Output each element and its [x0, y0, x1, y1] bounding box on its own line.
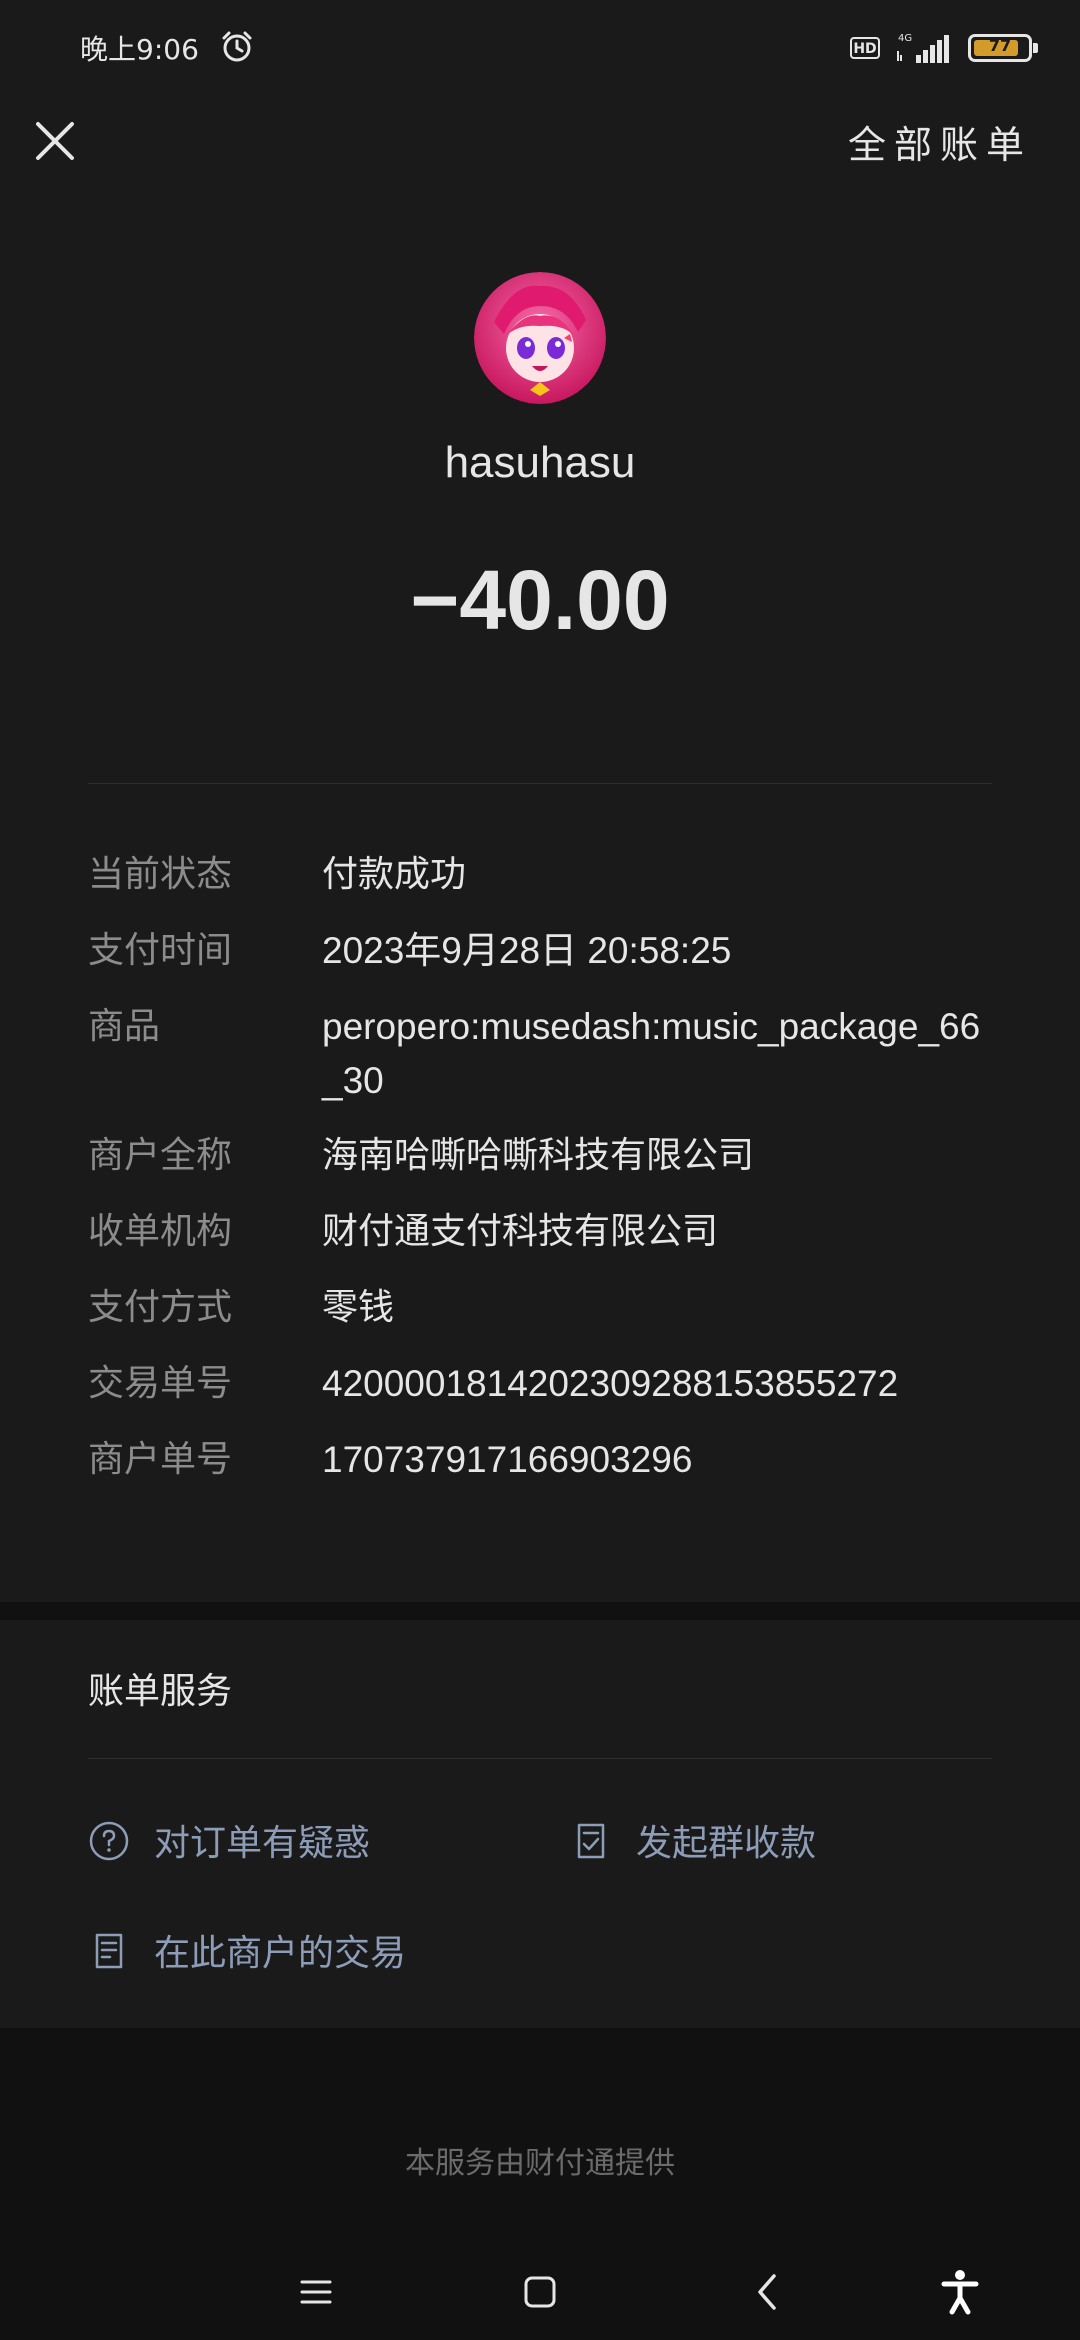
section-separator [0, 1602, 1080, 1620]
network-type: 4G [898, 33, 912, 44]
detail-value: 付款成功 [322, 854, 467, 895]
close-icon[interactable] [30, 116, 80, 166]
detail-label: 交易单号 [88, 1363, 233, 1404]
detail-label: 支付方式 [88, 1287, 233, 1328]
detail-label: 商户单号 [88, 1439, 233, 1480]
service-label: 在此商户的交易 [154, 1933, 407, 1974]
payee-name: hasuhasu [444, 438, 636, 487]
system-nav-bar [0, 2248, 1080, 2340]
question-circle-icon [89, 1821, 129, 1861]
battery-level: 77 [988, 36, 1012, 55]
group-collect-button[interactable]: 发起群收款 [570, 1810, 970, 1870]
detail-label: 收单机构 [88, 1211, 233, 1252]
detail-value: 零钱 [322, 1287, 395, 1328]
order-question-button[interactable]: 对订单有疑惑 [88, 1810, 488, 1870]
merchant-transactions-button[interactable]: 在此商户的交易 [88, 1920, 588, 1980]
group-collect-icon [577, 1823, 605, 1859]
avatar [474, 272, 606, 404]
footer: 本服务由财付通提供 [0, 2028, 1080, 2340]
battery-icon: 77 [968, 34, 1038, 62]
detail-value[interactable]: 4200001814202309288153855272 [322, 1357, 992, 1411]
status-time: 晚上9:06 [80, 33, 199, 66]
detail-label: 商品 [88, 1006, 161, 1047]
accessibility-icon[interactable] [930, 2262, 990, 2322]
detail-label: 支付时间 [88, 930, 233, 971]
detail-value: 2023年9月28日 20:58:25 [322, 930, 732, 971]
provider-text: 本服务由财付通提供 [405, 2146, 675, 2181]
menu-icon[interactable] [286, 2262, 346, 2322]
detail-value: 财付通支付科技有限公司 [322, 1211, 719, 1252]
divider [88, 1758, 992, 1759]
home-square-icon[interactable] [510, 2262, 570, 2322]
avatar-image [474, 272, 606, 404]
hd-icon: HD [850, 37, 880, 59]
service-label: 发起群收款 [636, 1823, 817, 1864]
status-bar: 晚上9:06 HD 4G 77 [0, 0, 1080, 96]
detail-label: 当前状态 [88, 854, 233, 895]
receipt-icon [95, 1933, 123, 1969]
alarm-clock-icon [222, 31, 252, 62]
detail-value: 海南哈嘶哈嘶科技有限公司 [322, 1135, 755, 1176]
status-icons: HD 4G 77 [850, 30, 1038, 66]
service-label: 对订单有疑惑 [154, 1823, 371, 1864]
signal-4g-icon: 4G [897, 33, 949, 63]
detail-label: 商户全称 [88, 1135, 233, 1176]
all-bills-link[interactable]: 全部账单 [848, 114, 1032, 169]
detail-value[interactable]: 170737917166903296 [322, 1433, 992, 1487]
back-chevron-icon[interactable] [738, 2262, 798, 2322]
transaction-amount: −40.00 [410, 553, 670, 647]
services-title: 账单服务 [88, 1671, 233, 1712]
divider [88, 783, 992, 784]
detail-value: peropero:musedash:music_package_66_30 [322, 1006, 981, 1101]
top-bar: 全部账单 [0, 96, 1080, 192]
bill-services-section: 账单服务 对订单有疑惑 发起群收款 在此商户的交易 [0, 1620, 1080, 2028]
